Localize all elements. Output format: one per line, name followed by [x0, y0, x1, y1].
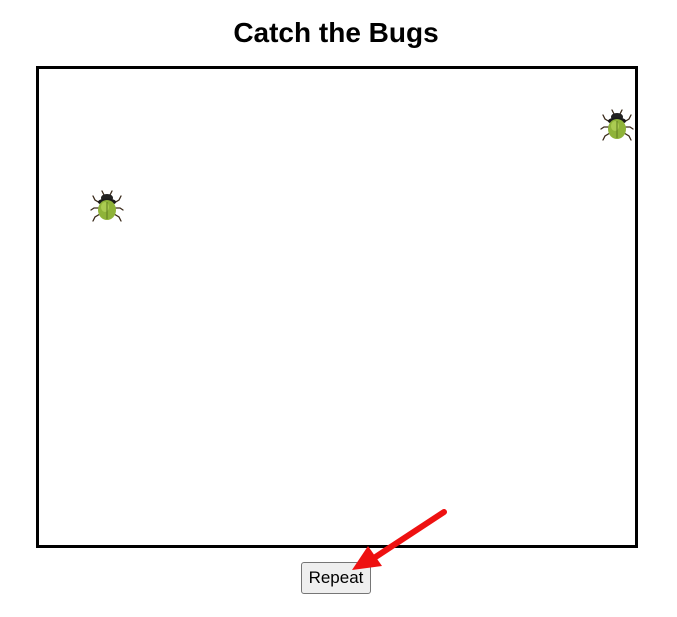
beetle-icon: [600, 109, 634, 141]
page-title: Catch the Bugs: [233, 17, 439, 48]
bug-icon[interactable]: [89, 188, 125, 224]
repeat-button[interactable]: Repeat: [301, 562, 371, 594]
game-area[interactable]: [36, 66, 638, 548]
beetle-icon: [90, 190, 124, 222]
bug-icon[interactable]: [599, 107, 635, 143]
